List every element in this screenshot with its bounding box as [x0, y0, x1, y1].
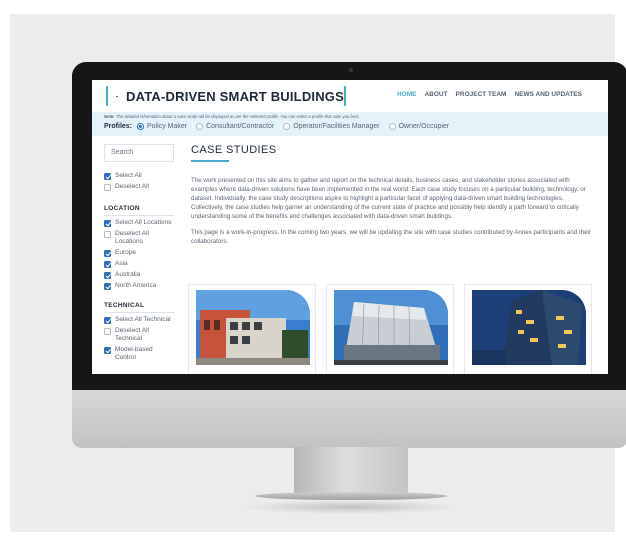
filter-label: Asia — [115, 260, 128, 267]
profile-option-label: Owner/Occupier — [398, 123, 450, 130]
case-study-image-2[interactable] — [334, 290, 448, 365]
site-title: DATA-DRIVEN SMART BUILDINGS — [126, 88, 344, 104]
checkbox-checked-icon[interactable] — [104, 282, 111, 290]
title-underline — [191, 160, 229, 162]
profile-option-label: Policy Maker — [147, 123, 188, 130]
site-logo[interactable]: DATA-DRIVEN SMART BUILDINGS — [106, 86, 346, 106]
filter-label: Select All Locations — [115, 219, 172, 226]
checkbox-icon[interactable] — [104, 327, 111, 335]
case-study-card-3[interactable] — [464, 284, 592, 374]
profile-option-operator[interactable]: Operator/Facilities Manager — [283, 123, 380, 130]
profile-option-label: Consultant/Contractor — [206, 123, 275, 130]
filter-select-all-technical[interactable]: Select All Technical — [104, 316, 174, 324]
filter-australia[interactable]: Australia — [104, 271, 174, 279]
profile-option-label: Operator/Facilities Manager — [293, 123, 380, 130]
global-filter-group: Select All Deselect All — [104, 172, 174, 191]
progress-paragraph: This page is a work-in-progress. In the … — [191, 229, 591, 245]
filter-label: Deselect All — [115, 183, 149, 190]
radio-icon[interactable] — [196, 123, 204, 130]
checkbox-checked-icon[interactable] — [104, 346, 111, 354]
case-study-card-2[interactable] — [326, 284, 454, 374]
filter-europe[interactable]: Europe — [104, 249, 174, 257]
site-header: DATA-DRIVEN SMART BUILDINGS HOME ABOUT P… — [92, 80, 608, 110]
location-filter-group: Select All Locations Deselect All Locati… — [104, 219, 174, 290]
filter-label: Australia — [115, 271, 141, 278]
case-study-image-1[interactable] — [196, 290, 310, 365]
stand-shadow — [240, 500, 460, 514]
filter-label: North America — [115, 282, 157, 289]
profile-option-consultant[interactable]: Consultant/Contractor — [196, 123, 274, 130]
radio-icon[interactable] — [283, 123, 291, 130]
monitor-stand-neck — [294, 447, 408, 495]
filter-label: Deselect All Technical — [115, 327, 149, 342]
radio-selected-icon[interactable] — [137, 123, 145, 130]
building-icon — [116, 95, 119, 97]
search-input[interactable]: Search — [104, 144, 174, 162]
filter-select-all[interactable]: Select All — [104, 172, 174, 180]
main-nav: HOME ABOUT PROJECT TEAM NEWS AND UPDATES — [397, 91, 582, 98]
monitor-screen: DATA-DRIVEN SMART BUILDINGS HOME ABOUT P… — [92, 80, 608, 374]
filter-label: Deselect All Locations — [115, 230, 149, 245]
nav-project-team[interactable]: PROJECT TEAM — [456, 91, 507, 98]
filter-label: Model-based Control — [115, 346, 153, 361]
filter-asia[interactable]: Asia — [104, 260, 174, 268]
profiles-label: Profiles: — [104, 123, 133, 130]
profile-option-owner[interactable]: Owner/Occupier — [388, 123, 450, 130]
profile-note: Note: The detailed information about a c… — [104, 114, 360, 119]
filter-label: Select All Technical — [115, 316, 171, 323]
checkbox-icon[interactable] — [104, 230, 111, 238]
checkbox-checked-icon[interactable] — [104, 219, 111, 227]
radio-icon[interactable] — [388, 123, 396, 130]
filter-deselect-all-locations[interactable]: Deselect All Locations — [104, 230, 174, 246]
nav-news-and-updates[interactable]: NEWS AND UPDATES — [514, 91, 582, 98]
main-content: CASE STUDIES The work presented on this … — [191, 144, 591, 246]
technical-heading: TECHNICAL — [104, 302, 174, 313]
checkbox-checked-icon[interactable] — [104, 316, 111, 324]
technical-filter-group: Select All Technical Deselect All Techni… — [104, 316, 174, 362]
checkbox-checked-icon[interactable] — [104, 260, 111, 268]
filter-north-america[interactable]: North America — [104, 282, 174, 290]
page-title: CASE STUDIES — [191, 144, 277, 156]
monitor-chin — [72, 390, 626, 448]
checkbox-checked-icon[interactable] — [104, 172, 111, 180]
filter-deselect-all-technical[interactable]: Deselect All Technical — [104, 327, 174, 343]
filter-label: Select All — [115, 172, 142, 179]
note-label: Note: — [104, 114, 115, 119]
case-study-card-1[interactable] — [188, 284, 316, 374]
profile-option-policy-maker[interactable]: Policy Maker — [137, 123, 187, 130]
nav-home[interactable]: HOME — [397, 91, 417, 98]
case-study-cards — [188, 284, 592, 374]
intro-paragraph: The work presented on this site aims to … — [191, 177, 586, 220]
nav-about[interactable]: ABOUT — [424, 91, 447, 98]
note-text: The detailed information about a case st… — [115, 114, 360, 119]
filter-model-based-control[interactable]: Model-based Control — [104, 346, 174, 362]
monitor-stand-base — [255, 492, 447, 500]
filter-deselect-all[interactable]: Deselect All — [104, 183, 174, 191]
location-heading: LOCATION — [104, 205, 174, 216]
checkbox-checked-icon[interactable] — [104, 249, 111, 257]
filter-sidebar: Search Select All Deselect All LOCATION … — [104, 144, 174, 374]
checkbox-checked-icon[interactable] — [104, 271, 111, 279]
profile-selector: Profiles: Policy Maker Consultant/Contra… — [104, 123, 458, 130]
case-study-image-3[interactable] — [472, 290, 586, 365]
checkbox-icon[interactable] — [104, 183, 111, 191]
filter-select-all-locations[interactable]: Select All Locations — [104, 219, 174, 227]
webcam-icon — [349, 68, 353, 72]
filter-label: Europe — [115, 249, 136, 256]
